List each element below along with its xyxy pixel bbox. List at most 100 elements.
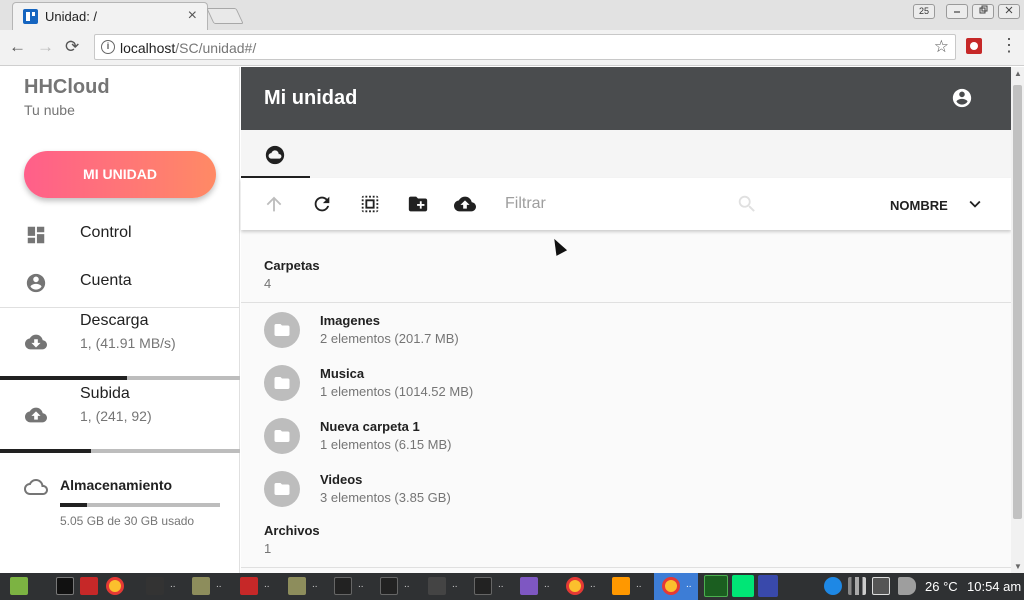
address-bar-row: ← → ⟳ i localhost/SC/unidad#/ ☆ ⋮ xyxy=(0,30,1024,66)
my-drive-button[interactable]: MI UNIDAD xyxy=(24,151,216,198)
folder-row[interactable]: Nueva carpeta 1 1 elementos (6.15 MB) xyxy=(241,409,1011,462)
taskbar-dots: .. xyxy=(264,579,270,590)
taskbar-dots: .. xyxy=(686,579,692,590)
memory-graph-icon xyxy=(732,575,754,597)
window-badge: 25 xyxy=(913,4,935,19)
folder-row[interactable]: Videos 3 elementos (3.85 GB) xyxy=(241,462,1011,515)
download-status[interactable]: Descarga 1, (41.91 MB/s) xyxy=(0,308,240,380)
filter-input[interactable] xyxy=(505,191,725,217)
taskbar-dots: .. xyxy=(544,579,550,590)
maximize-window-button[interactable] xyxy=(972,4,994,19)
minimize-icon xyxy=(954,11,960,13)
browser-menu-icon[interactable]: ⋮ xyxy=(1000,36,1018,54)
reload-icon[interactable]: ⟳ xyxy=(65,37,79,57)
filezilla-app-icon[interactable] xyxy=(80,577,98,595)
sublime-window-icon[interactable] xyxy=(612,577,630,595)
folder-row[interactable]: Musica 1 elementos (1014.52 MB) xyxy=(241,356,1011,409)
folder-avatar xyxy=(264,365,300,401)
file-toolbar: NOMBRE xyxy=(241,178,1011,230)
download-progress-fill xyxy=(0,376,128,380)
files-window-icon[interactable] xyxy=(288,577,306,595)
upload-status[interactable]: Subida 1, (241, 92) xyxy=(0,381,240,453)
folder-icon xyxy=(274,377,290,389)
chevron-down-icon[interactable] xyxy=(964,193,986,215)
url-host: localhost xyxy=(120,40,176,56)
chrome-app-icon[interactable] xyxy=(106,577,124,595)
sidebar-item-account[interactable]: Cuenta xyxy=(0,258,240,306)
sidebar-item-control[interactable]: Control xyxy=(0,210,240,258)
bookmark-star-icon[interactable]: ☆ xyxy=(934,37,949,57)
new-tab-button[interactable] xyxy=(206,8,244,24)
terminal-window-icon[interactable] xyxy=(380,577,398,595)
browser-tab-title: Unidad: / xyxy=(45,9,98,24)
upload-progress-bar xyxy=(0,449,240,453)
scroll-up-icon[interactable]: ▲ xyxy=(1014,69,1022,78)
terminal-app-icon[interactable] xyxy=(56,577,74,595)
folder-icon xyxy=(274,483,290,495)
taskbar-dots: .. xyxy=(216,579,222,590)
close-tab-icon[interactable]: × xyxy=(188,7,197,25)
cpu-graph-icon xyxy=(704,575,728,597)
storage-usage-bar xyxy=(60,503,220,507)
create-folder-icon[interactable] xyxy=(407,193,429,215)
site-info-icon[interactable]: i xyxy=(101,40,115,54)
extension-icon[interactable] xyxy=(966,38,982,54)
cloud-download-icon xyxy=(25,334,47,350)
folder-name: Nueva carpeta 1 xyxy=(320,419,420,434)
os-taskbar: .. .. .. .. .. .. .. .. .. .. .. .. 26 °… xyxy=(0,573,1024,600)
close-window-button[interactable] xyxy=(998,4,1020,19)
folders-section-count: 4 xyxy=(264,276,272,291)
folder-name: Imagenes xyxy=(320,313,380,328)
scroll-down-icon[interactable]: ▼ xyxy=(1014,562,1022,571)
tab-cloud[interactable] xyxy=(241,130,310,178)
terminal-window-icon[interactable] xyxy=(474,577,492,595)
forward-arrow-icon[interactable]: → xyxy=(37,37,54,57)
taskbar-dots: .. xyxy=(312,579,318,590)
taskbar-dots: .. xyxy=(170,579,176,590)
url-path: /SC/unidad#/ xyxy=(175,40,257,56)
folder-avatar xyxy=(264,312,300,348)
files-section-title: Archivos xyxy=(264,523,320,538)
system-clock[interactable]: 10:54 am xyxy=(967,579,1021,594)
back-arrow-icon[interactable]: ← xyxy=(9,37,26,57)
folder-meta: 3 elementos (3.85 GB) xyxy=(320,490,451,505)
taskbar-dots: .. xyxy=(636,579,642,590)
sidebar-item-label: Cuenta xyxy=(80,272,132,289)
text-editor-window-icon[interactable] xyxy=(520,577,538,595)
url-text: localhost/SC/unidad#/ xyxy=(120,40,256,56)
terminal-window-icon[interactable] xyxy=(334,577,352,595)
filezilla-window-icon[interactable] xyxy=(240,577,258,595)
volume-icon[interactable] xyxy=(898,577,916,595)
folder-meta: 2 elementos (201.7 MB) xyxy=(320,331,459,346)
taskbar-dots: .. xyxy=(452,579,458,590)
minimize-window-button[interactable] xyxy=(946,4,968,19)
start-menu-icon[interactable] xyxy=(10,577,28,595)
download-detail: 1, (41.91 MB/s) xyxy=(80,335,176,351)
folder-name: Musica xyxy=(320,366,365,381)
search-icon[interactable] xyxy=(736,193,758,215)
refresh-icon[interactable] xyxy=(311,193,333,215)
taskbar-dots: .. xyxy=(358,579,364,590)
browser-tab[interactable]: Unidad: / × xyxy=(12,2,208,30)
page-scrollbar[interactable]: ▲ ▼ xyxy=(1011,67,1024,573)
scrollbar-thumb[interactable] xyxy=(1013,85,1022,519)
files-app-icon[interactable] xyxy=(192,577,210,595)
section-divider xyxy=(241,567,1011,568)
sort-select[interactable]: NOMBRE xyxy=(890,198,948,213)
select-all-icon[interactable] xyxy=(359,193,381,215)
url-field[interactable]: i localhost/SC/unidad#/ ☆ xyxy=(94,34,956,60)
account-circle-icon[interactable] xyxy=(951,87,973,109)
cloud-upload-icon[interactable] xyxy=(454,193,476,215)
active-chrome-window[interactable]: .. xyxy=(654,573,698,600)
network-signal-icon[interactable] xyxy=(848,577,866,595)
arrow-upward-icon[interactable] xyxy=(263,193,285,215)
display-window-icon[interactable] xyxy=(428,577,446,595)
app-brand: HHCloud xyxy=(24,76,110,98)
display-settings-icon[interactable] xyxy=(872,577,890,595)
system-monitor-app-icon[interactable] xyxy=(146,577,164,595)
chrome-window-icon[interactable] xyxy=(566,577,584,595)
folder-icon xyxy=(274,324,290,336)
site-favicon-icon xyxy=(23,9,38,24)
shield-icon[interactable] xyxy=(824,577,842,595)
folder-row[interactable]: Imagenes 2 elementos (201.7 MB) xyxy=(241,303,1011,356)
